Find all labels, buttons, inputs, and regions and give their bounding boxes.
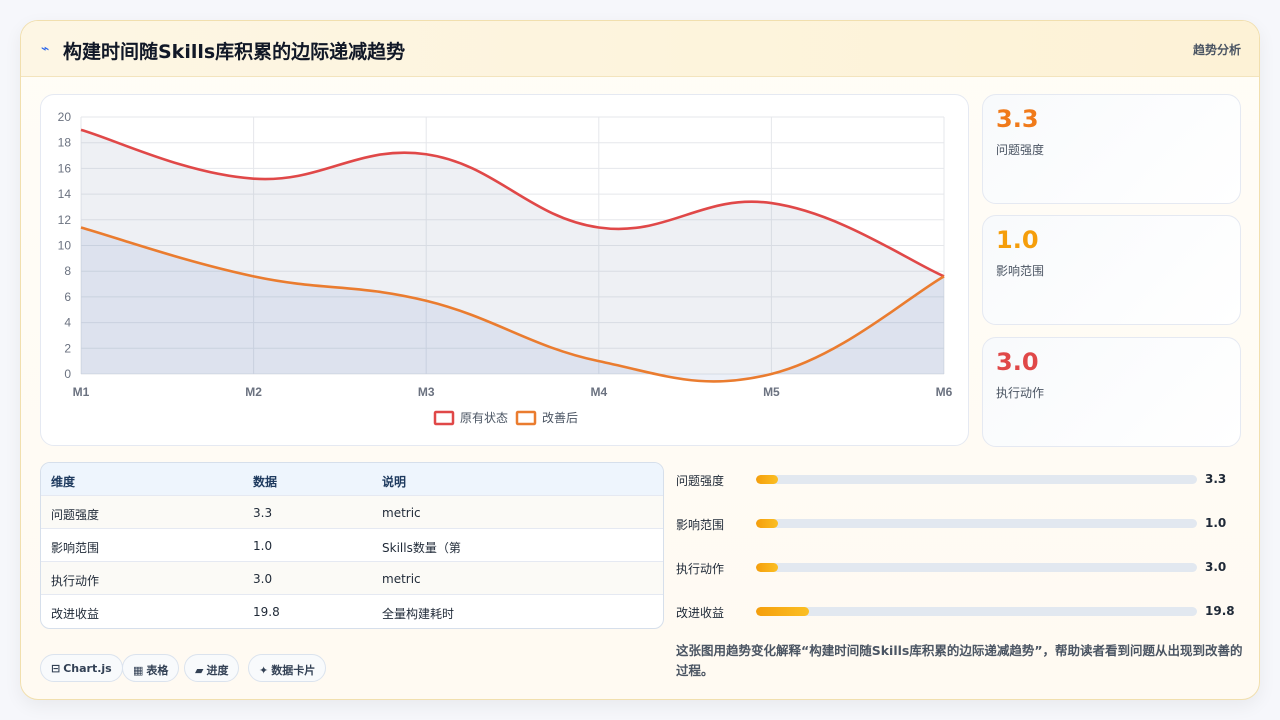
metrics-table: 维度 数据 说明 问题强度 3.3 metric 影响范围 1.0 Skills… (40, 462, 664, 629)
progress-value: 3.3 (1205, 472, 1227, 486)
page-title: 构建时间随Skills库积累的边际递减趋势 (63, 41, 406, 63)
progress-value: 19.8 (1205, 604, 1235, 618)
pill-chartjs[interactable]: ⊟ Chart.js (40, 654, 123, 682)
legend-label: 原有状态 (460, 411, 508, 425)
table-row: 执行动作 3.0 metric (41, 562, 663, 595)
table-icon: ▦ (133, 664, 144, 677)
y-tick-label: 18 (58, 136, 72, 150)
sparkle-icon: ✦ (259, 664, 269, 677)
progress-label: 影响范围 (676, 518, 725, 532)
table-cell: 1.0 (253, 539, 273, 553)
table-cell: 3.0 (253, 572, 273, 586)
database-icon: ⊟ (51, 662, 61, 675)
progress-track (756, 475, 1197, 484)
legend-swatch (515, 410, 537, 426)
line-chart: 0 2 4 6 8 10 12 14 16 18 20 M1 M2 M3 M4 M5 M6 原有状态 改善后 (58, 110, 953, 426)
stat-value: 1.0 (996, 226, 1039, 254)
progress-value: 3.0 (1205, 560, 1227, 574)
stat-card-impact-scope: 1.0 影响范围 (982, 215, 1241, 325)
table-cell: metric (382, 572, 421, 586)
y-tick-label: 10 (58, 239, 72, 253)
x-tick-label: M4 (590, 385, 607, 399)
progress-label: 执行动作 (676, 562, 725, 576)
pill-progress[interactable]: ▰ 进度 (184, 654, 240, 682)
progress-row-problem-intensity: 问题强度 3.3 (676, 470, 1242, 490)
table-cell: 3.3 (253, 506, 273, 520)
stat-card-action: 3.0 执行动作 (982, 337, 1241, 447)
stat-value: 3.0 (996, 348, 1039, 376)
progress-fill (756, 519, 779, 528)
table-row: 影响范围 1.0 Skills数量（第 (41, 529, 663, 562)
progress-label: 改进收益 (676, 606, 725, 620)
progress-row-impact-scope: 影响范围 1.0 (676, 514, 1242, 534)
trend-icon: ⌁ (41, 41, 50, 57)
stat-card-problem-intensity: 3.3 问题强度 (982, 94, 1241, 204)
table-cell: 问题强度 (51, 508, 100, 522)
y-tick-label: 8 (64, 264, 71, 278)
column-header: 维度 (51, 475, 76, 489)
progress-row-improvement: 改进收益 19.8 (676, 602, 1242, 622)
progress-label: 问题强度 (676, 474, 725, 488)
table-cell: Skills数量（第 (382, 541, 461, 555)
line-chart-panel: 0 2 4 6 8 10 12 14 16 18 20 M1 M2 M3 M4 M5 M6 原有状态 改善后 (40, 94, 969, 446)
header-bar: ⌁ 构建时间随Skills库积累的边际递减趋势 趋势分析 (21, 21, 1259, 77)
y-tick-label: 4 (64, 316, 71, 330)
table-cell: 19.8 (253, 605, 280, 619)
table-row: 改进收益 19.8 全量构建耗时 (41, 595, 663, 628)
y-tick-label: 6 (64, 290, 71, 304)
progress-icon: ▰ (195, 664, 204, 677)
legend-swatch (433, 410, 455, 426)
pill-label: Chart.js (63, 662, 112, 675)
stat-label: 执行动作 (996, 386, 1045, 400)
progress-fill (756, 475, 779, 484)
chart-caption: 这张图用趋势变化解释“构建时间随Skills库积累的边际递减趋势”，帮助读者看到… (676, 643, 1243, 678)
progress-value: 1.0 (1205, 516, 1227, 530)
x-tick-label: M5 (763, 385, 780, 399)
progress-track (756, 519, 1197, 528)
table-cell: 执行动作 (51, 574, 100, 588)
x-tick-label: M6 (936, 385, 953, 399)
x-tick-label: M3 (418, 385, 435, 399)
pill-label: 数据卡片 (271, 664, 316, 677)
progress-track (756, 607, 1197, 616)
y-tick-label: 12 (58, 213, 72, 227)
y-tick-label: 2 (64, 341, 71, 355)
y-tick-label: 14 (58, 187, 72, 201)
stat-label: 问题强度 (996, 143, 1045, 157)
table-cell: 改进收益 (51, 607, 100, 621)
table-cell: metric (382, 506, 421, 520)
y-tick-label: 20 (58, 110, 72, 124)
pill-label: 进度 (206, 664, 229, 677)
table-header-row: 维度 数据 说明 (41, 463, 663, 496)
progress-fill (756, 607, 809, 616)
table-row: 问题强度 3.3 metric (41, 496, 663, 529)
pill-table[interactable]: ▦ 表格 (122, 654, 180, 682)
progress-fill (756, 563, 779, 572)
dashboard-card: ⌁ 构建时间随Skills库积累的边际递减趋势 趋势分析 0 2 4 6 8 10 12 14… (20, 20, 1260, 700)
progress-track (756, 563, 1197, 572)
stat-label: 影响范围 (996, 264, 1045, 278)
table-cell: 全量构建耗时 (382, 607, 455, 621)
x-tick-label: M1 (73, 385, 90, 399)
y-tick-label: 16 (58, 161, 72, 175)
x-tick-label: M2 (245, 385, 262, 399)
legend-label: 改善后 (542, 410, 578, 425)
column-header: 说明 (382, 475, 407, 489)
table-cell: 影响范围 (51, 541, 100, 555)
progress-row-action: 执行动作 3.0 (676, 558, 1242, 578)
stat-value: 3.3 (996, 105, 1039, 133)
y-tick-label: 0 (64, 367, 71, 381)
column-header: 数据 (253, 475, 278, 489)
pill-data-card[interactable]: ✦ 数据卡片 (248, 654, 327, 682)
category-tag: 趋势分析 (1192, 43, 1241, 57)
pill-label: 表格 (146, 664, 169, 677)
